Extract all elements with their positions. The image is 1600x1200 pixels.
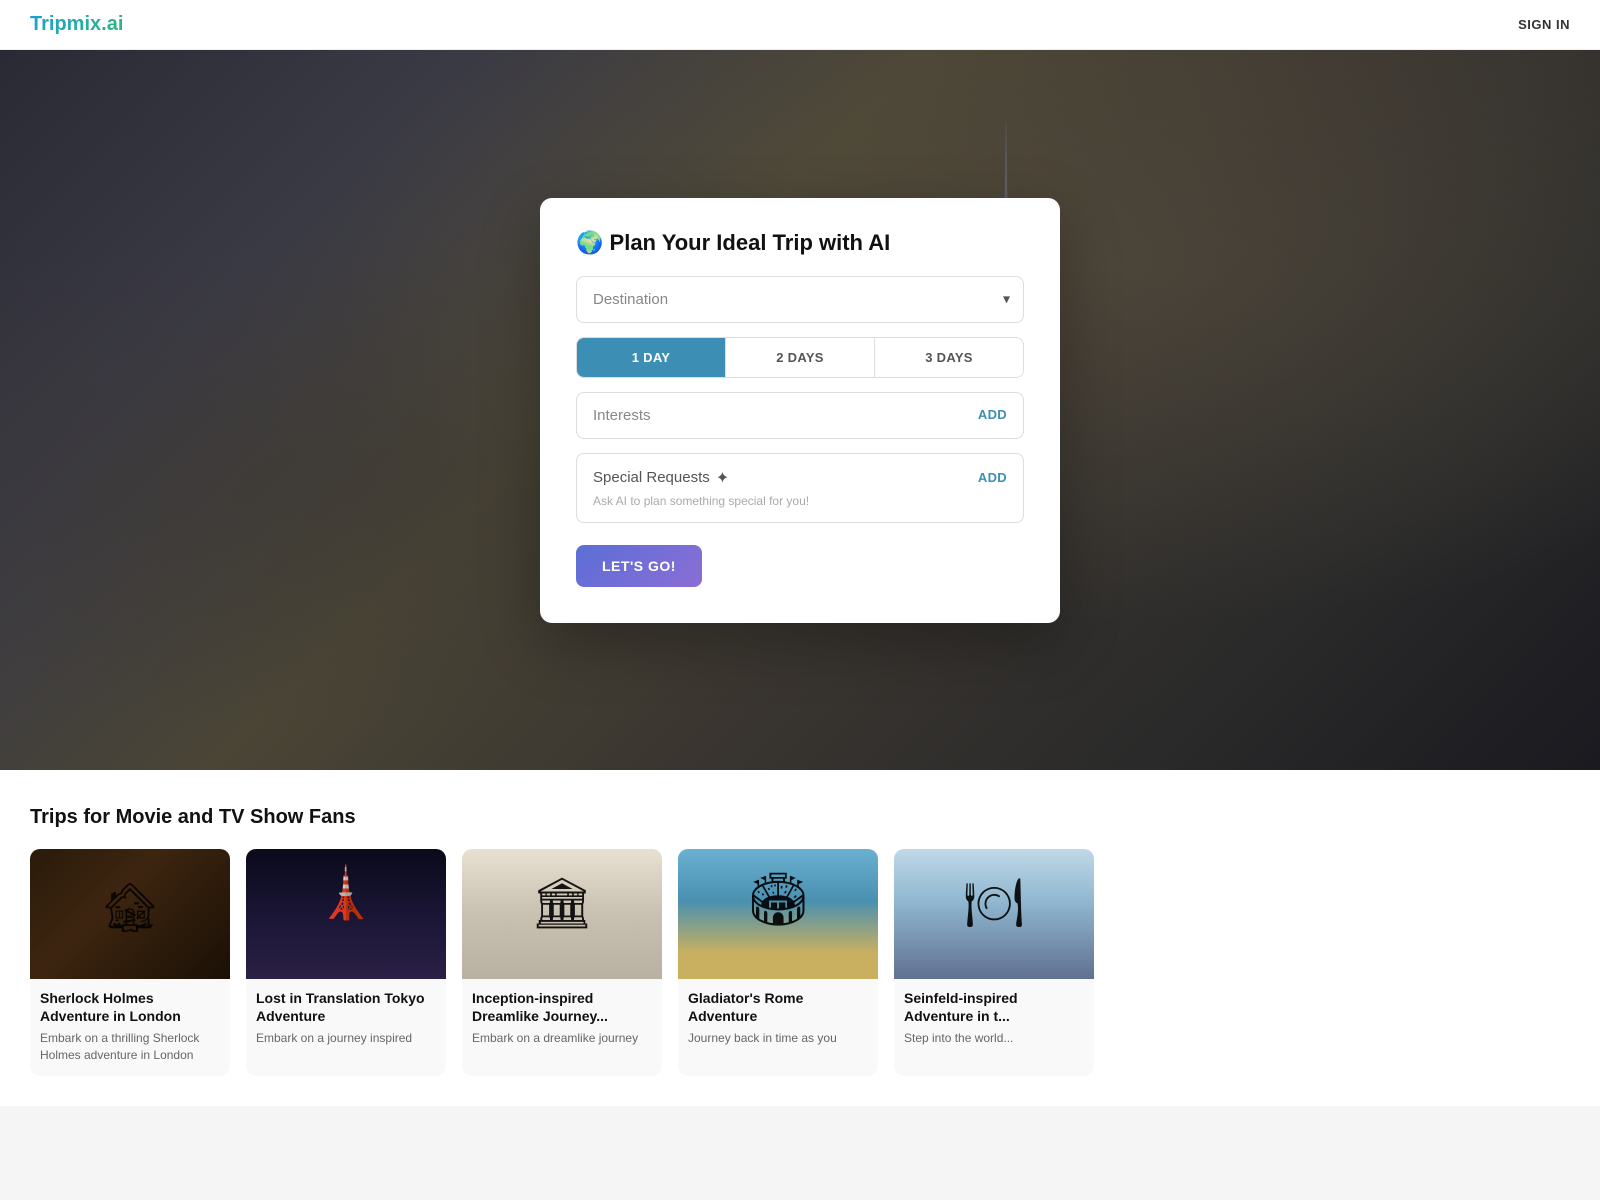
card-image-sherlock	[30, 849, 230, 979]
lets-go-button[interactable]: LET'S GO!	[576, 545, 702, 587]
sign-in-button[interactable]: SIGN IN	[1518, 17, 1570, 32]
card-title-rome: Gladiator's Rome Adventure	[688, 989, 868, 1025]
globe-icon: 🌍	[576, 230, 603, 255]
card-title-tokyo: Lost in Translation Tokyo Adventure	[256, 989, 436, 1025]
card-desc-tokyo: Embark on a journey inspired	[256, 1030, 436, 1047]
logo[interactable]: Tripmix.ai	[30, 13, 123, 36]
section-title: Trips for Movie and TV Show Fans	[30, 806, 1570, 829]
card-body-inception: Inception-inspired Dreamlike Journey... …	[462, 979, 662, 1059]
destination-select[interactable]: Destination	[576, 276, 1024, 323]
tab-2-days[interactable]: 2 DAYS	[726, 338, 875, 377]
card-desc-rome: Journey back in time as you	[688, 1030, 868, 1047]
cards-row: Sherlock Holmes Adventure in London Emba…	[30, 849, 1570, 1076]
card-desc-sherlock: Embark on a thrilling Sherlock Holmes ad…	[40, 1030, 220, 1064]
day-tabs: 1 DAY 2 DAYS 3 DAYS	[576, 337, 1024, 378]
card-body-sherlock: Sherlock Holmes Adventure in London Emba…	[30, 979, 230, 1076]
trip-planner-modal: 🌍 Plan Your Ideal Trip with AI Destinati…	[540, 198, 1060, 623]
special-requests-add-button[interactable]: ADD	[978, 470, 1007, 485]
card-title-seinfeld: Seinfeld-inspired Adventure in t...	[904, 989, 1084, 1025]
destination-field: Destination ▾	[576, 276, 1024, 323]
card-tokyo[interactable]: Lost in Translation Tokyo Adventure Emba…	[246, 849, 446, 1076]
card-title-sherlock: Sherlock Holmes Adventure in London	[40, 989, 220, 1025]
card-sherlock[interactable]: Sherlock Holmes Adventure in London Emba…	[30, 849, 230, 1076]
interests-label: Interests	[593, 407, 651, 424]
tab-1-day[interactable]: 1 DAY	[577, 338, 726, 377]
interests-add-button[interactable]: ADD	[978, 407, 1007, 422]
bottom-section: Trips for Movie and TV Show Fans Sherloc…	[0, 770, 1600, 1106]
special-requests-field: Special Requests ✦ ADD Ask AI to plan so…	[576, 453, 1024, 523]
tab-3-days[interactable]: 3 DAYS	[875, 338, 1023, 377]
card-rome[interactable]: Gladiator's Rome Adventure Journey back …	[678, 849, 878, 1076]
card-desc-inception: Embark on a dreamlike journey	[472, 1030, 652, 1047]
special-requests-subtitle: Ask AI to plan something special for you…	[593, 494, 1007, 508]
card-inception[interactable]: Inception-inspired Dreamlike Journey... …	[462, 849, 662, 1076]
modal-title-text: Plan Your Ideal Trip with AI	[610, 230, 891, 255]
special-requests-text: Special Requests	[593, 469, 710, 486]
special-requests-label: Special Requests ✦	[593, 468, 729, 488]
card-image-tokyo	[246, 849, 446, 979]
card-image-rome	[678, 849, 878, 979]
card-seinfeld[interactable]: Seinfeld-inspired Adventure in t... Step…	[894, 849, 1094, 1076]
special-requests-top: Special Requests ✦ ADD	[593, 468, 1007, 488]
interests-field: Interests ADD	[576, 392, 1024, 439]
card-image-inception	[462, 849, 662, 979]
card-title-inception: Inception-inspired Dreamlike Journey...	[472, 989, 652, 1025]
card-image-seinfeld	[894, 849, 1094, 979]
card-body-seinfeld: Seinfeld-inspired Adventure in t... Step…	[894, 979, 1094, 1059]
header: Tripmix.ai SIGN IN	[0, 0, 1600, 50]
card-body-rome: Gladiator's Rome Adventure Journey back …	[678, 979, 878, 1059]
modal-title: 🌍 Plan Your Ideal Trip with AI	[576, 230, 1024, 256]
card-body-tokyo: Lost in Translation Tokyo Adventure Emba…	[246, 979, 446, 1059]
card-desc-seinfeld: Step into the world...	[904, 1030, 1084, 1047]
hero-section: 🌍 Plan Your Ideal Trip with AI Destinati…	[0, 50, 1600, 770]
sparkle-icon: ✦	[716, 468, 729, 488]
